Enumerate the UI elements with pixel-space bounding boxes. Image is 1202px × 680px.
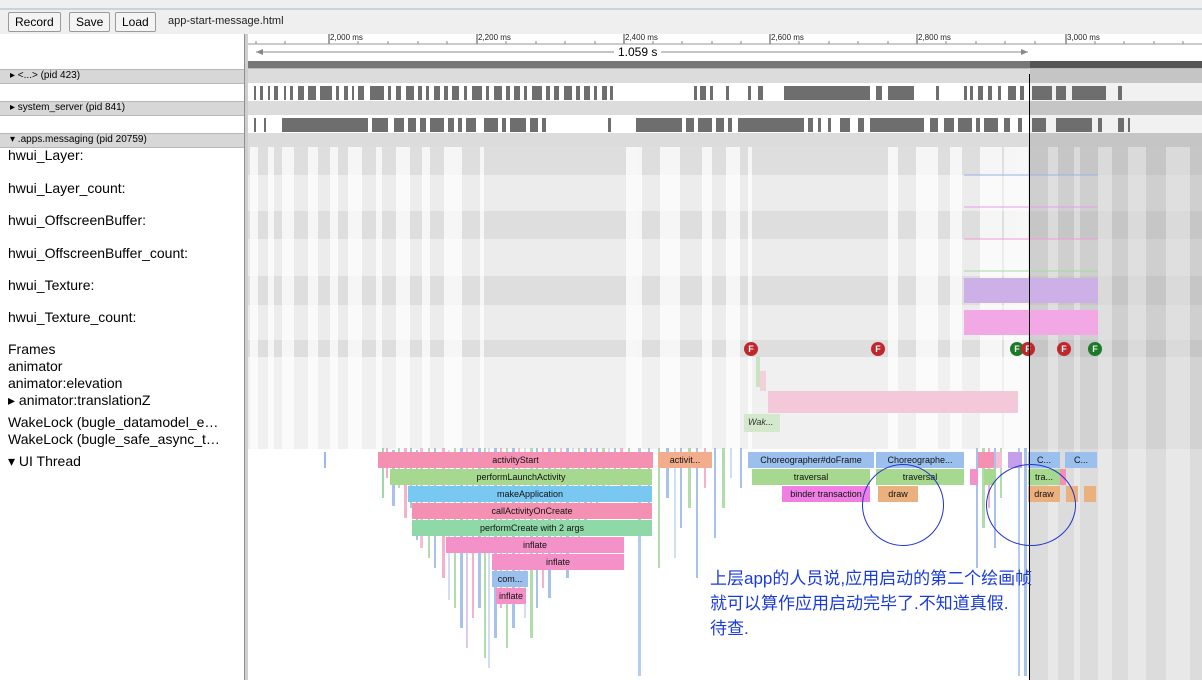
track-label-ui-thread[interactable]: ▾ UI Thread (8, 453, 81, 470)
timeline-view[interactable]: 2,000 ms 2,200 ms 2,400 ms 2,600 ms 2,80… (248, 34, 1202, 680)
ruler-tick-label: 2,000 ms (330, 34, 363, 42)
annotation-line-1: 上层app的人员说,应用启动的第二个绘画帧 (710, 569, 1033, 588)
process-label: ▸ system_server (pid 841) (10, 102, 126, 113)
time-ruler[interactable]: 2,000 ms 2,200 ms 2,400 ms 2,600 ms 2,80… (248, 34, 1202, 69)
animator-tracks (744, 357, 1018, 432)
track-label-hwui-texture-count: hwui_Texture_count: (8, 309, 137, 325)
annotation-circle-second-draw (986, 464, 1076, 546)
track-label-wakelock-safe-async: WakeLock (bugle_safe_async_t… (8, 431, 220, 447)
ruler-ticks (248, 34, 1202, 68)
track-label-frames: Frames (8, 341, 56, 357)
track-label-hwui-offscreenbuffer-count: hwui_OffscreenBuffer_count: (8, 245, 189, 261)
ruler-tick-label: 3,000 ms (1067, 34, 1100, 42)
slice-inflate-2[interactable]: inflate (492, 554, 624, 570)
hwui-counter-tracks (964, 174, 1098, 335)
annotation-line-2: 就可以算作应用启动完毕了.不知道真假. (710, 594, 1009, 613)
ruler-tick-label: 2,600 ms (771, 34, 804, 42)
save-button[interactable]: Save (69, 12, 111, 32)
process-header-system-server[interactable]: ▸ system_server (pid 841) (0, 101, 244, 116)
track-label-animator-translationz[interactable]: ▸ animator:translationZ (8, 392, 150, 409)
track-label-hwui-offscreenbuffer: hwui_OffscreenBuffer: (8, 212, 147, 228)
process-activity-tracks (248, 83, 1202, 133)
process-header-423[interactable]: ▸ <...> (pid 423) (0, 69, 244, 84)
track-label-animator: animator (8, 358, 63, 374)
track-label-hwui-layer: hwui_Layer: (8, 147, 84, 163)
load-button[interactable]: Load (115, 12, 156, 32)
ruler-tick-label: 2,800 ms (918, 34, 951, 42)
track-label-animator-elevation: animator:elevation (8, 375, 123, 391)
ruler-tick-label: 2,200 ms (478, 34, 511, 42)
track-label-hwui-layer-count: hwui_Layer_count: (8, 180, 126, 196)
trace-filename: app-start-message.html (168, 15, 284, 27)
track-label-wakelock-datamodel: WakeLock (bugle_datamodel_e… (8, 414, 219, 430)
slice-inflate-1[interactable]: inflate (446, 537, 624, 553)
slice-com[interactable]: com... (492, 571, 528, 587)
annotation-line-3: 待查. (710, 619, 749, 638)
track-label-hwui-texture: hwui_Texture: (8, 277, 95, 293)
selection-duration: 1.059 s (614, 45, 662, 59)
record-button[interactable]: Record (8, 12, 61, 32)
annotation-circle-first-draw (862, 464, 944, 546)
slice-inflate-3[interactable]: inflate (496, 588, 526, 604)
process-label: ▸ <...> (pid 423) (10, 70, 81, 81)
wakelock-slice[interactable]: Wak... (748, 417, 773, 427)
toolbar-top-border (0, 8, 1202, 10)
ruler-tick-label: 2,400 ms (625, 34, 658, 42)
track-label-panel: ▸ <...> (pid 423) ▸ system_server (pid 8… (0, 34, 244, 680)
process-header-messaging[interactable]: ▾ .apps.messaging (pid 20759) (0, 133, 244, 148)
toolbar: Record Save Load app-start-message.html (0, 0, 1202, 35)
process-label: ▾ .apps.messaging (pid 20759) (10, 134, 147, 145)
